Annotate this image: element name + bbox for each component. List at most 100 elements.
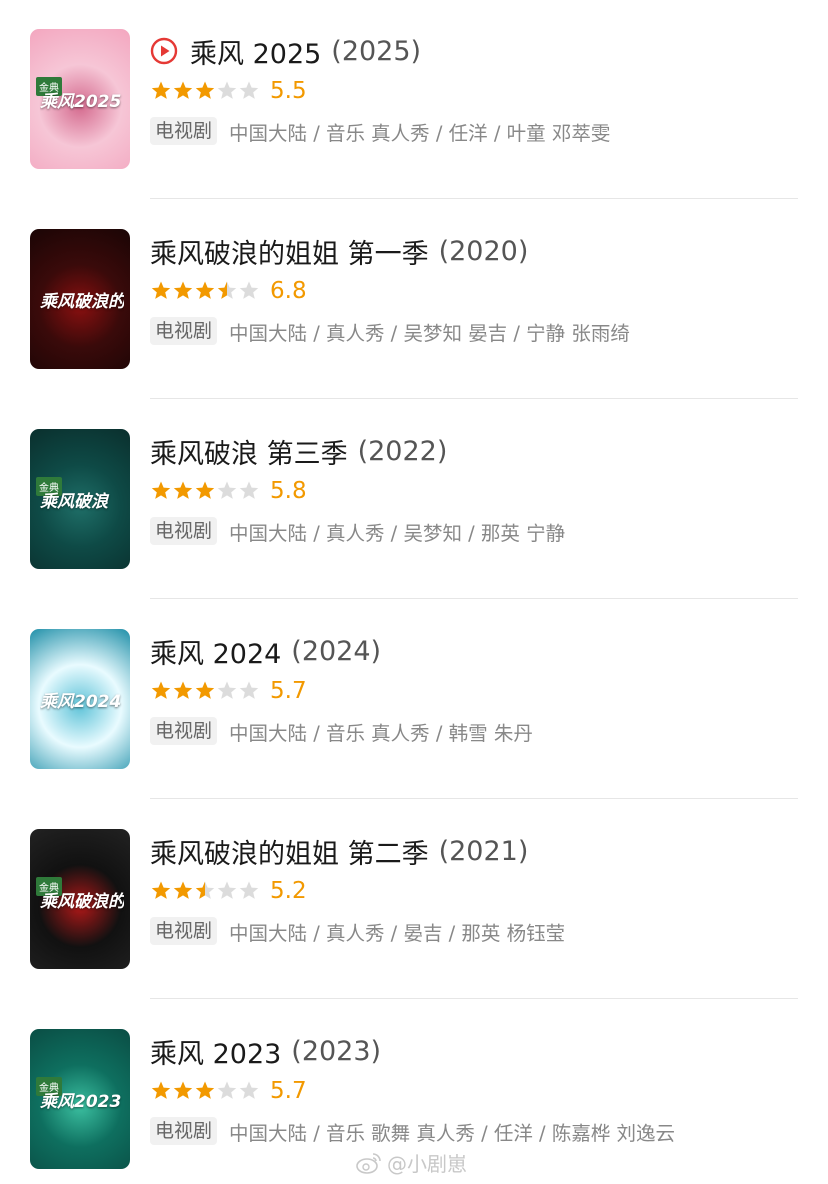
star-filled-icon <box>173 281 193 299</box>
star-rating <box>150 280 260 302</box>
meta-row: 电视剧 中国大陆 / 真人秀 / 吴梦知 / 那英 宁静 <box>150 516 565 546</box>
title-row: 乘风破浪的姐姐 第一季 (2020) <box>150 231 528 271</box>
star-empty-icon <box>239 1081 259 1099</box>
star-filled-icon <box>195 481 215 499</box>
result-item[interactable]: 金典乘风破浪的姐姐乘风破浪的姐姐 第二季 (2021) 5.2 电视剧中国大陆 / 真… <box>0 800 828 1000</box>
star-filled-icon <box>151 81 171 99</box>
rating-score: 6.8 <box>270 278 307 304</box>
star-filled-icon <box>195 1081 215 1099</box>
weibo-icon <box>356 1152 381 1174</box>
poster-image[interactable]: 金典 乘风2025 <box>30 29 130 169</box>
category-badge: 电视剧 <box>150 1117 218 1145</box>
result-meta: 中国大陆 / 音乐 真人秀 / 任洋 / 叶童 邓萃雯 <box>229 121 611 145</box>
meta-row: 电视剧 中国大陆 / 真人秀 / 晏吉 / 那英 杨钰莹 <box>150 916 565 946</box>
star-filled-icon <box>151 681 171 699</box>
poster-logo: 乘风破浪 <box>40 492 108 512</box>
star-filled-icon <box>151 1081 171 1099</box>
result-year: (2020) <box>438 235 529 267</box>
poster-image[interactable]: 金典乘风破浪的姐姐 <box>30 829 130 969</box>
result-meta: 中国大陆 / 音乐 真人秀 / 韩雪 朱丹 <box>229 721 533 745</box>
rating-score: 5.2 <box>270 878 307 904</box>
star-empty-icon <box>217 881 237 899</box>
divider <box>150 998 798 999</box>
title-row: 乘风破浪 第三季 (2022) <box>150 431 447 471</box>
poster-image[interactable]: 乘风破浪的姐姐 <box>30 229 130 369</box>
rating-score: 5.5 <box>270 78 307 104</box>
star-half-icon <box>195 881 215 899</box>
star-rating <box>150 80 260 102</box>
star-empty-icon <box>239 281 259 299</box>
result-year: (2022) <box>357 435 448 467</box>
result-year: (2024) <box>291 635 382 667</box>
star-empty-icon <box>217 1081 237 1099</box>
rating-row: 5.2 <box>150 876 307 906</box>
play-icon[interactable] <box>150 37 178 65</box>
result-item[interactable]: 金典 乘风破浪 乘风破浪 第三季 (2022) 5.8 电视剧 中国大陆 / 真人秀 / 吴… <box>0 400 828 600</box>
poster-image[interactable]: 乘风2024 <box>30 629 130 769</box>
star-filled-icon <box>151 881 171 899</box>
star-empty-icon <box>239 81 259 99</box>
result-title[interactable]: 乘风破浪的姐姐 第二季 <box>150 832 429 871</box>
meta-row: 电视剧 中国大陆 / 音乐 真人秀 / 任洋 / 叶童 邓萃雯 <box>150 116 610 146</box>
result-title[interactable]: 乘风破浪的姐姐 第一季 <box>150 232 429 271</box>
rating-row: 5.7 <box>150 676 307 706</box>
star-half-icon <box>217 281 237 299</box>
category-badge: 电视剧 <box>150 717 218 745</box>
result-year: (2025) <box>331 35 422 67</box>
meta-row: 电视剧 中国大陆 / 音乐 真人秀 / 韩雪 朱丹 <box>150 716 533 746</box>
result-title[interactable]: 乘风 2023 <box>150 1032 281 1071</box>
category-badge: 电视剧 <box>150 317 218 345</box>
rating-row: 5.8 <box>150 476 307 506</box>
poster-logo: 乘风破浪的姐姐 <box>40 892 124 912</box>
star-filled-icon <box>173 881 193 899</box>
star-filled-icon <box>151 481 171 499</box>
star-filled-icon <box>195 681 215 699</box>
result-item[interactable]: 乘风破浪的姐姐 乘风破浪的姐姐 第一季 (2020) 6.8 电视剧中国大陆 / 真人秀… <box>0 200 828 400</box>
star-rating <box>150 480 260 502</box>
star-filled-icon <box>173 681 193 699</box>
poster-logo: 乘风2024 <box>40 692 122 712</box>
divider <box>150 598 798 599</box>
poster-logo: 乘风2025 <box>40 92 122 112</box>
star-empty-icon <box>217 481 237 499</box>
result-item[interactable]: 乘风2024 乘风 2024 (2024) 5.7 电视剧 中国大陆 / 音乐 真人秀 /… <box>0 600 828 800</box>
result-title[interactable]: 乘风破浪 第三季 <box>150 432 348 471</box>
title-row: 乘风破浪的姐姐 第二季 (2021) <box>150 831 528 871</box>
star-rating <box>150 1080 260 1102</box>
star-filled-icon <box>195 281 215 299</box>
rating-score: 5.7 <box>270 1078 307 1104</box>
divider <box>150 798 798 799</box>
meta-row: 电视剧 中国大陆 / 音乐 歌舞 真人秀 / 任洋 / 陈嘉桦 刘逸云 <box>150 1116 675 1146</box>
category-badge: 电视剧 <box>150 917 218 945</box>
weibo-watermark: @小剧崽 <box>355 1148 467 1177</box>
rating-score: 5.8 <box>270 478 307 504</box>
result-title[interactable]: 乘风 2024 <box>150 632 281 671</box>
star-filled-icon <box>173 481 193 499</box>
watermark-text: @小剧崽 <box>387 1152 467 1176</box>
result-year: (2023) <box>291 1035 382 1067</box>
title-row: 乘风 2023 (2023) <box>150 1031 381 1071</box>
star-rating <box>150 880 260 902</box>
result-title[interactable]: 乘风 2025 <box>190 32 321 71</box>
result-meta: 中国大陆 / 真人秀 / 吴梦知 / 那英 宁静 <box>229 521 566 545</box>
star-filled-icon <box>173 81 193 99</box>
star-empty-icon <box>217 81 237 99</box>
title-row: 乘风 2025 (2025) <box>150 31 421 71</box>
result-year: (2021) <box>438 835 529 867</box>
star-empty-icon <box>239 481 259 499</box>
star-rating <box>150 680 260 702</box>
rating-row: 6.8 <box>150 276 307 306</box>
result-meta: 中国大陆 / 真人秀 / 吴梦知 晏吉 / 宁静 张雨绮 <box>229 321 630 345</box>
star-filled-icon <box>151 281 171 299</box>
rating-row: 5.5 <box>150 76 307 106</box>
category-badge: 电视剧 <box>150 517 218 545</box>
rating-row: 5.7 <box>150 1076 307 1106</box>
divider <box>150 398 798 399</box>
poster-image[interactable]: 金典 乘风破浪 <box>30 429 130 569</box>
result-meta: 中国大陆 / 音乐 歌舞 真人秀 / 任洋 / 陈嘉桦 刘逸云 <box>229 1121 676 1145</box>
rating-score: 5.7 <box>270 678 307 704</box>
poster-image[interactable]: 金典 乘风2023 <box>30 1029 130 1169</box>
star-empty-icon <box>239 681 259 699</box>
divider <box>150 198 798 199</box>
result-item[interactable]: 金典 乘风2025 乘风 2025 (2025) 5.5 电视剧 中国大陆 / 音乐 真人秀… <box>0 0 828 200</box>
